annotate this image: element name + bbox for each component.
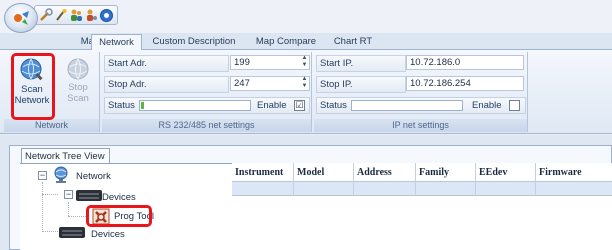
rs-status-label: Status	[108, 100, 135, 111]
tab-map-compare[interactable]: Map Compare	[251, 34, 321, 50]
help-icon[interactable]	[98, 7, 114, 23]
network-tree: − Network − Devices Prog Tool Devices	[20, 163, 232, 250]
rs-status-bar	[139, 100, 251, 111]
stop-ip-label: Stop IP.	[320, 79, 353, 90]
app-orb-button[interactable]	[4, 3, 38, 33]
start-ip-input[interactable]: 10.72.186.0	[406, 55, 524, 70]
globe-stop-icon	[67, 58, 89, 80]
devices-collapse-toggle[interactable]: −	[64, 190, 73, 199]
stop-adr-spinner[interactable]: ▲ ▼	[300, 76, 309, 91]
network-group-label: Network	[4, 119, 99, 132]
tools-icon[interactable]	[38, 7, 54, 23]
rs-status-fill	[141, 102, 145, 109]
users-icon[interactable]	[68, 7, 84, 23]
network-collapse-toggle[interactable]: −	[38, 171, 47, 180]
tree-connector	[68, 202, 69, 216]
stop-ip-input[interactable]: 10.72.186.254	[406, 76, 524, 91]
device-grid: Instrument Model Address Family EEdev Fi…	[232, 163, 612, 250]
tab-chart-rt[interactable]: Chart RT	[331, 34, 375, 50]
table-row[interactable]	[232, 182, 612, 196]
grid-header: Instrument Model Address Family EEdev Fi…	[232, 163, 612, 182]
stop-label-line2: Scan	[67, 93, 89, 104]
tab-network-tree-view[interactable]: Network Tree View	[21, 148, 110, 164]
ip-enable-checkbox[interactable]	[509, 100, 520, 111]
wand-icon[interactable]	[53, 7, 69, 23]
tree-item-devices[interactable]: Devices	[102, 192, 136, 203]
prog-tool-highlight	[86, 205, 152, 227]
col-family[interactable]: Family	[419, 167, 449, 178]
col-firmware[interactable]: Firmware	[539, 167, 582, 178]
tree-item-devices-2[interactable]: Devices	[91, 229, 125, 240]
col-address[interactable]: Address	[357, 167, 392, 178]
stop-scan-button[interactable]: Stop Scan	[60, 56, 96, 104]
col-model[interactable]: Model	[297, 167, 324, 178]
stop-adr-input[interactable]: 247	[230, 76, 310, 91]
start-ip-label: Start IP.	[320, 58, 354, 69]
user-link-icon[interactable]	[83, 7, 99, 23]
column-divider	[415, 163, 416, 196]
rs-enable-checkbox[interactable]: ☑	[294, 100, 305, 111]
rs-group-label: RS 232/485 net settings	[102, 119, 311, 132]
column-divider	[535, 163, 536, 196]
rs-enable-label: Enable	[257, 100, 287, 111]
tree-connector	[68, 216, 86, 217]
tree-connector	[42, 194, 58, 195]
stop-adr-label: Stop Adr.	[108, 79, 147, 90]
column-divider	[353, 163, 354, 196]
tree-item-network[interactable]: Network	[76, 171, 111, 182]
column-divider	[475, 163, 476, 196]
col-eedev[interactable]: EEdev	[479, 167, 507, 178]
tab-custom-description[interactable]: Custom Description	[146, 34, 242, 50]
start-adr-input[interactable]: 199	[230, 55, 310, 70]
ip-enable-label: Enable	[472, 100, 502, 111]
tree-connector	[42, 182, 43, 232]
start-adr-label: Start Adr.	[108, 58, 148, 69]
tab-network[interactable]: Network	[91, 34, 142, 51]
scan-network-highlight	[11, 53, 55, 120]
devices-rack-icon	[59, 227, 85, 238]
col-instrument[interactable]: Instrument	[235, 167, 283, 178]
start-adr-spinner[interactable]: ▲ ▼	[300, 55, 309, 70]
ip-status-bar	[351, 100, 463, 111]
app-orb-icon	[14, 11, 29, 25]
network-globe-icon	[54, 166, 68, 183]
stop-label-line1: Stop	[68, 82, 88, 93]
column-divider	[293, 163, 294, 196]
devices-rack-icon	[76, 190, 102, 201]
ip-group-label: IP net settings	[314, 119, 527, 132]
tree-connector	[42, 231, 58, 232]
ip-status-label: Status	[320, 100, 347, 111]
